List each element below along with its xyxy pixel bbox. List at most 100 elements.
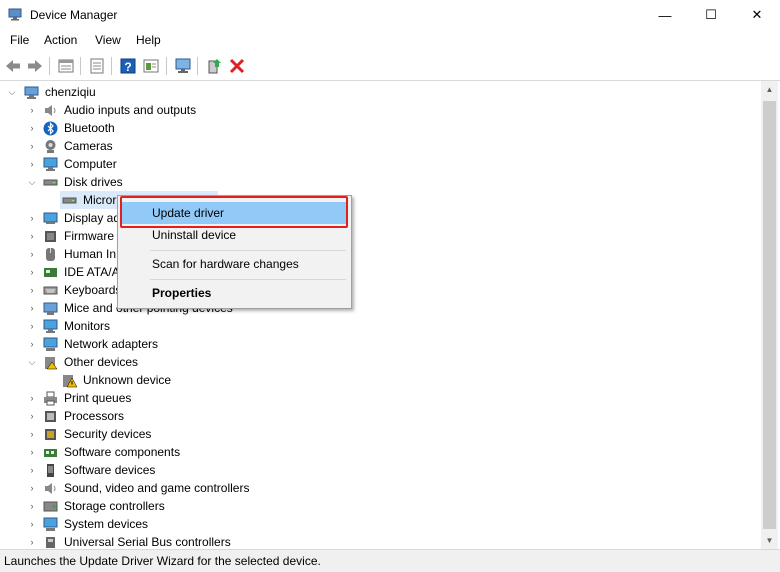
tree-item-other-devices[interactable]: ⌵ Other devices — [0, 353, 300, 371]
bluetooth-icon — [43, 121, 58, 136]
tree-item-label: Audio inputs and outputs — [64, 103, 197, 117]
chevron-right-icon[interactable]: › — [27, 425, 37, 443]
tree-item-software-devices[interactable]: › Software devices — [0, 461, 300, 479]
chevron-right-icon[interactable]: › — [27, 461, 37, 479]
menu-view[interactable]: View — [95, 33, 121, 47]
toolbar-separator — [80, 57, 81, 75]
chevron-right-icon[interactable]: › — [27, 479, 37, 497]
chevron-right-icon[interactable]: › — [27, 515, 37, 533]
tree-item-label: Universal Serial Bus controllers — [64, 535, 231, 549]
tree-item-label: System devices — [64, 517, 149, 531]
chevron-right-icon[interactable]: › — [27, 209, 37, 227]
chevron-right-icon[interactable]: › — [27, 407, 37, 425]
tree-item-usb[interactable]: › Universal Serial Bus controllers — [0, 533, 300, 549]
tree-item-label: Print queues — [64, 391, 132, 405]
scrollbar-thumb[interactable] — [763, 101, 776, 529]
menu-file[interactable]: File — [10, 33, 29, 47]
tree-item-software-components[interactable]: › Software components — [0, 443, 300, 461]
help-icon[interactable]: ? — [119, 57, 137, 75]
tree-item-security[interactable]: › Security devices — [0, 425, 300, 443]
tree-item-label: Other devices — [64, 355, 139, 369]
title-bar: Device Manager — ☐ ✕ — [0, 0, 780, 30]
scroll-up-icon[interactable]: ▲ — [761, 81, 778, 98]
chevron-down-icon[interactable]: ⌵ — [27, 353, 37, 371]
tree-item-disk-drives[interactable]: ⌵ Disk drives — [0, 173, 300, 191]
chevron-right-icon[interactable]: › — [27, 137, 37, 155]
hid-icon — [46, 248, 55, 261]
chevron-right-icon[interactable]: › — [27, 155, 37, 173]
back-icon[interactable] — [4, 57, 22, 75]
menu-action[interactable]: Action — [44, 33, 77, 47]
chevron-right-icon[interactable]: › — [27, 263, 37, 281]
chevron-right-icon[interactable]: › — [27, 317, 37, 335]
tree-item-processors[interactable]: › Processors — [0, 407, 300, 425]
tree-item-system-devices[interactable]: › System devices — [0, 515, 300, 533]
maximize-button[interactable]: ☐ — [688, 0, 734, 30]
properties-icon[interactable] — [57, 57, 75, 75]
chevron-right-icon[interactable]: › — [27, 299, 37, 317]
minimize-button[interactable]: — — [642, 0, 688, 30]
svg-text:?: ? — [124, 60, 131, 74]
list-icon[interactable] — [88, 57, 106, 75]
annotation-highlight-box — [120, 196, 348, 228]
chevron-right-icon[interactable]: › — [27, 119, 37, 137]
toolbar-separator — [166, 57, 167, 75]
device-manager-icon — [8, 8, 22, 21]
chevron-right-icon[interactable]: › — [27, 227, 37, 245]
close-button[interactable]: ✕ — [734, 0, 780, 30]
tree-item-print-queues[interactable]: › Print queues — [0, 389, 300, 407]
tree-item-storage[interactable]: › Storage controllers — [0, 497, 300, 515]
tree-item-label: Storage controllers — [64, 499, 165, 513]
vertical-scrollbar[interactable]: ▲ ▼ — [761, 81, 778, 549]
chevron-right-icon[interactable]: › — [27, 497, 37, 515]
chevron-right-icon[interactable]: › — [27, 281, 37, 299]
forward-icon[interactable] — [26, 57, 44, 75]
tree-item-monitors[interactable]: › Monitors — [0, 317, 300, 335]
scroll-down-icon[interactable]: ▼ — [761, 532, 778, 549]
disk-drive-icon — [62, 197, 77, 204]
tree-item-bluetooth[interactable]: › Bluetooth — [0, 119, 300, 137]
chevron-right-icon[interactable]: › — [27, 245, 37, 263]
monitor-icon — [43, 157, 58, 171]
tree-item-label: Security devices — [64, 427, 152, 441]
chevron-down-icon[interactable]: ⌵ — [7, 83, 17, 101]
menu-item-scan-hardware[interactable]: Scan for hardware changes — [120, 253, 347, 275]
chevron-right-icon[interactable]: › — [27, 389, 37, 407]
software-component-icon — [44, 449, 57, 457]
scan-hardware-icon[interactable] — [174, 57, 192, 75]
chevron-right-icon[interactable]: › — [27, 335, 37, 353]
tree-item-label: Keyboards — [64, 283, 122, 297]
tree-item-audio[interactable]: › Audio inputs and outputs — [0, 101, 300, 119]
tree-item-sound[interactable]: › Sound, video and game controllers — [0, 479, 300, 497]
update-driver-icon[interactable] — [205, 57, 223, 75]
speaker-icon — [45, 483, 56, 494]
device-tree: ⌵ chenziqiu › Audio inputs and outputs ›… — [0, 81, 761, 549]
menu-item-properties[interactable]: Properties — [120, 282, 347, 304]
software-device-icon — [47, 464, 54, 477]
chevron-down-icon[interactable]: ⌵ — [27, 173, 37, 191]
tree-item-unknown-device[interactable]: Unknown device — [0, 371, 300, 389]
tree-item-label: Micror — [83, 193, 117, 207]
printer-icon — [44, 391, 57, 406]
processor-icon — [45, 411, 56, 422]
mouse-icon — [43, 302, 58, 315]
chevron-right-icon[interactable]: › — [27, 533, 37, 549]
tree-item-label: IDE ATA/A — [64, 265, 120, 279]
view-icon[interactable] — [142, 57, 160, 75]
tree-item-cameras[interactable]: › Cameras — [0, 137, 300, 155]
uninstall-icon[interactable] — [228, 57, 246, 75]
tree-item-computer[interactable]: › Computer — [0, 155, 300, 173]
status-bar: Launches the Update Driver Wizard for th… — [0, 549, 780, 572]
tree-item-label: Disk drives — [64, 175, 123, 189]
chevron-right-icon[interactable]: › — [27, 443, 37, 461]
tree-item-network[interactable]: › Network adapters — [0, 335, 300, 353]
chevron-right-icon[interactable]: › — [27, 101, 37, 119]
network-adapter-icon — [43, 337, 58, 351]
menu-help[interactable]: Help — [136, 33, 161, 47]
tree-item-label: Firmware — [64, 229, 114, 243]
usb-icon — [46, 537, 55, 548]
tree-root[interactable]: ⌵ chenziqiu — [0, 83, 300, 101]
tree-item-label: Computer — [64, 157, 117, 171]
tree-item-label: Sound, video and game controllers — [64, 481, 250, 495]
tree-item-label: Monitors — [64, 319, 111, 333]
